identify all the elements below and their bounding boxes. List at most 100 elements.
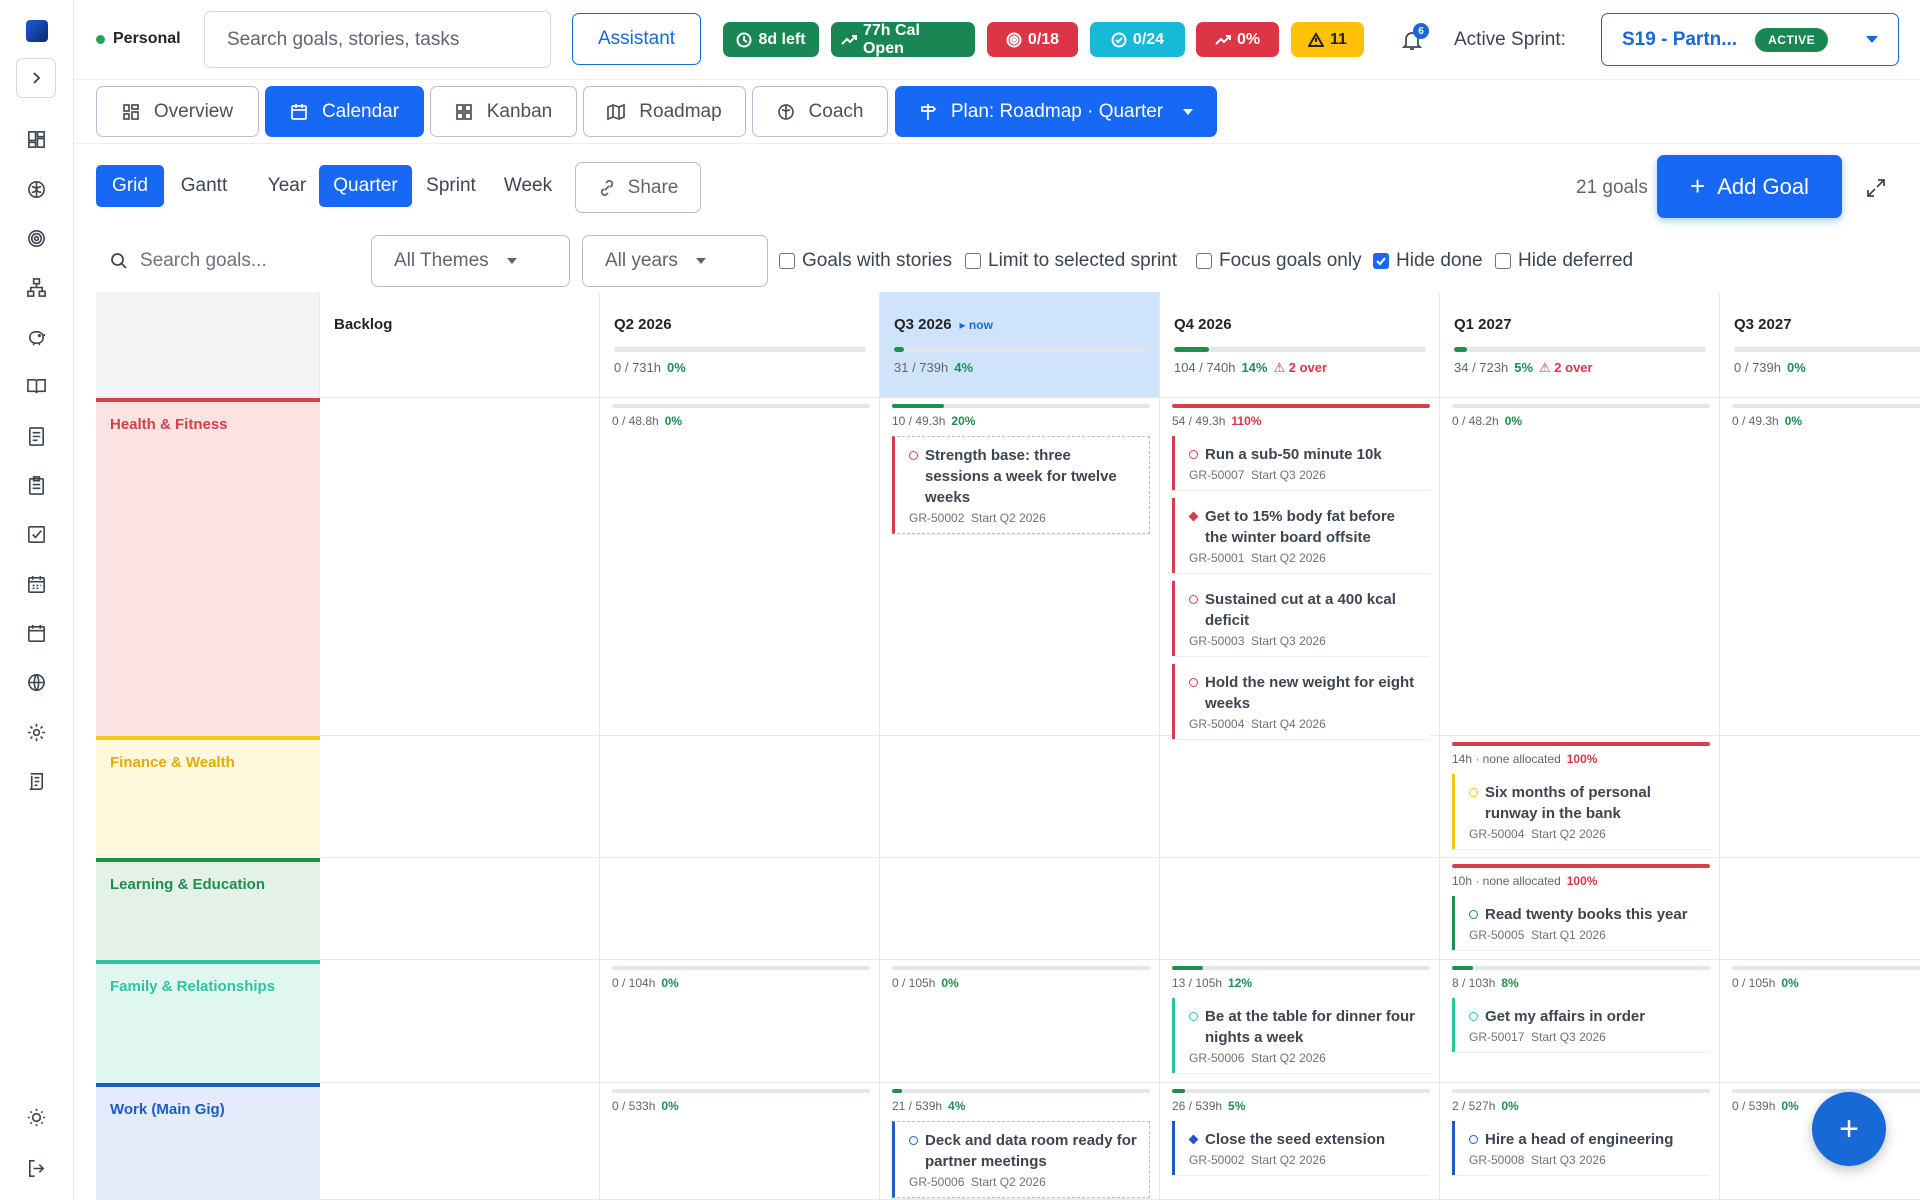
grid-cell[interactable] — [880, 736, 1160, 858]
app-logo[interactable] — [26, 20, 48, 42]
grid-cell[interactable]: 26 / 539h 5% Close the seed extension GR-50… — [1160, 1083, 1440, 1200]
brain-icon[interactable] — [25, 178, 47, 200]
sun-icon[interactable] — [25, 1106, 47, 1128]
book-icon[interactable] — [25, 375, 47, 397]
calendar-open-badge[interactable]: 77h Cal Open — [831, 22, 975, 57]
goal-card[interactable]: Strength base: three sessions a week for… — [892, 436, 1150, 534]
goals-progress-badge[interactable]: 0/18 — [987, 22, 1078, 57]
grid-cell[interactable] — [600, 736, 880, 858]
dashboard-icon[interactable] — [25, 128, 47, 150]
limit-sprint-checkbox[interactable]: Limit to selected sprint — [965, 250, 1177, 272]
hierarchy-icon[interactable] — [25, 276, 47, 298]
grid-cell[interactable] — [320, 736, 600, 858]
quick-add-button[interactable]: + — [1812, 1092, 1886, 1166]
calendar-icon[interactable] — [25, 573, 47, 595]
goal-card[interactable]: Hire a head of engineering GR-50008 Start… — [1452, 1121, 1710, 1175]
warnings-badge[interactable]: 11 — [1291, 22, 1364, 57]
grid-cell[interactable] — [880, 858, 1160, 960]
theme-filter-select[interactable]: All Themes — [371, 235, 570, 287]
grid-cell[interactable]: 8 / 103h 8% Get my affairs in order GR-5001… — [1440, 960, 1720, 1083]
grid-cell[interactable] — [320, 858, 600, 960]
grid-cell[interactable]: 13 / 105h 12% Be at the table for dinner f… — [1160, 960, 1440, 1083]
range-sprint-button[interactable]: Sprint — [415, 165, 487, 207]
grid-cell[interactable] — [1720, 736, 1920, 858]
checkbox[interactable] — [779, 253, 795, 269]
goal-card[interactable]: Get to 15% body fat before the winter bo… — [1172, 498, 1430, 573]
goal-card[interactable]: Read twenty books this year GR-50005 Star… — [1452, 896, 1710, 950]
view-grid-button[interactable]: Grid — [96, 165, 164, 207]
goal-card[interactable]: Be at the table for dinner four nights a… — [1172, 998, 1430, 1073]
goal-card[interactable]: Run a sub-50 minute 10k GR-50007 Start Q3… — [1172, 436, 1430, 490]
add-goal-button[interactable]: + Add Goal — [1657, 155, 1842, 218]
grid-cell[interactable]: 0 / 105h 0% — [880, 960, 1160, 1083]
target-icon[interactable] — [25, 227, 47, 249]
gear-icon[interactable] — [25, 721, 47, 743]
checkbox[interactable] — [1196, 253, 1212, 269]
goal-card[interactable]: Sustained cut at a 400 kcal deficit GR-50… — [1172, 581, 1430, 656]
grid-cell[interactable]: 10 / 49.3h 20% Strength base: three sessio… — [880, 398, 1160, 736]
hide-done-checkbox[interactable]: Hide done — [1373, 250, 1483, 272]
grid-cell[interactable]: 0 / 49.3h 0% — [1720, 398, 1920, 736]
goals-with-stories-checkbox[interactable]: Goals with stories — [779, 250, 952, 272]
grid-cell[interactable]: 2 / 527h 0% Hire a head of engineering GR-5… — [1440, 1083, 1720, 1200]
globe-icon[interactable] — [25, 671, 47, 693]
piggy-bank-icon[interactable] — [25, 326, 47, 348]
grid-cell[interactable]: 21 / 539h 4% Deck and data room ready for … — [880, 1083, 1160, 1200]
range-week-button[interactable]: Week — [492, 165, 564, 207]
grid-cell[interactable]: 0 / 533h 0% — [600, 1083, 880, 1200]
grid-cell[interactable]: 54 / 49.3h 110% Run a sub-50 minute 10k GR-… — [1160, 398, 1440, 739]
grid-cell[interactable] — [1160, 736, 1440, 858]
grid-cell[interactable]: 10h · none allocated 100% Read twenty book… — [1440, 858, 1720, 960]
range-year-button[interactable]: Year — [257, 165, 317, 207]
grid-cell[interactable]: 14h · none allocated 100% Six months of pe… — [1440, 736, 1720, 858]
notes-icon[interactable] — [25, 425, 47, 447]
checkbox-icon[interactable] — [25, 523, 47, 545]
checkbox-checked[interactable] — [1373, 253, 1389, 269]
grid-cell[interactable] — [1720, 858, 1920, 960]
grid-cell[interactable]: 0 / 105h 0% — [1720, 960, 1920, 1083]
goal-card[interactable]: Get my affairs in order GR-50017 Start Q3… — [1452, 998, 1710, 1052]
sprint-selector[interactable]: S19 - Partn... ACTIVE — [1601, 13, 1899, 66]
global-search-input[interactable]: Search goals, stories, tasks — [204, 11, 551, 68]
goal-card[interactable]: Close the seed extension GR-50002 Start Q… — [1172, 1121, 1430, 1175]
goal-card[interactable]: Deck and data room ready for partner mee… — [892, 1121, 1150, 1198]
goal-search-input[interactable]: Search goals... — [96, 236, 358, 286]
grid-cell[interactable] — [600, 858, 880, 960]
year-filter-select[interactable]: All years — [582, 235, 768, 287]
tab-calendar[interactable]: Calendar — [265, 86, 424, 137]
focus-goals-checkbox[interactable]: Focus goals only — [1196, 250, 1362, 272]
view-gantt-button[interactable]: Gantt — [170, 165, 238, 207]
checkbox[interactable] — [965, 253, 981, 269]
hide-deferred-checkbox[interactable]: Hide deferred — [1495, 250, 1633, 272]
grid-cell[interactable] — [320, 960, 600, 1083]
tab-coach[interactable]: Coach — [752, 86, 888, 137]
calendar-icon[interactable] — [25, 622, 47, 644]
clipboard-icon[interactable] — [25, 474, 47, 496]
share-button[interactable]: Share — [575, 162, 701, 213]
checkbox[interactable] — [1495, 253, 1511, 269]
grid-cell[interactable] — [320, 1083, 600, 1200]
goal-title-text: Close the seed extension — [1205, 1131, 1386, 1148]
workspace-indicator[interactable]: Personal — [96, 30, 181, 48]
goal-card[interactable]: Hold the new weight for eight weeks GR-50… — [1172, 664, 1430, 739]
scroll-icon[interactable] — [25, 770, 47, 792]
plan-view-selector[interactable]: Plan: Roadmap · Quarter — [895, 86, 1217, 137]
tab-roadmap[interactable]: Roadmap — [583, 86, 746, 137]
capacity-percent: 5% — [1514, 360, 1534, 375]
fullscreen-icon[interactable] — [1866, 178, 1886, 198]
logout-icon[interactable] — [25, 1157, 47, 1179]
expand-sidebar-button[interactable] — [16, 58, 56, 98]
assistant-button[interactable]: Assistant — [572, 13, 701, 65]
grid-cell[interactable] — [1160, 858, 1440, 960]
goal-card[interactable]: Six months of personal runway in the ban… — [1452, 774, 1710, 849]
grid-cell[interactable] — [320, 398, 600, 736]
range-quarter-button[interactable]: Quarter — [319, 165, 412, 207]
tab-overview[interactable]: Overview — [96, 86, 259, 137]
tasks-progress-badge[interactable]: 0/24 — [1090, 22, 1185, 57]
velocity-badge[interactable]: 0% — [1196, 22, 1279, 57]
grid-cell[interactable]: 0 / 104h 0% — [600, 960, 880, 1083]
grid-cell[interactable]: 0 / 48.2h 0% — [1440, 398, 1720, 736]
tab-kanban[interactable]: Kanban — [430, 86, 577, 137]
grid-cell[interactable]: 0 / 48.8h 0% — [600, 398, 880, 736]
days-left-badge[interactable]: 8d left — [723, 22, 819, 57]
